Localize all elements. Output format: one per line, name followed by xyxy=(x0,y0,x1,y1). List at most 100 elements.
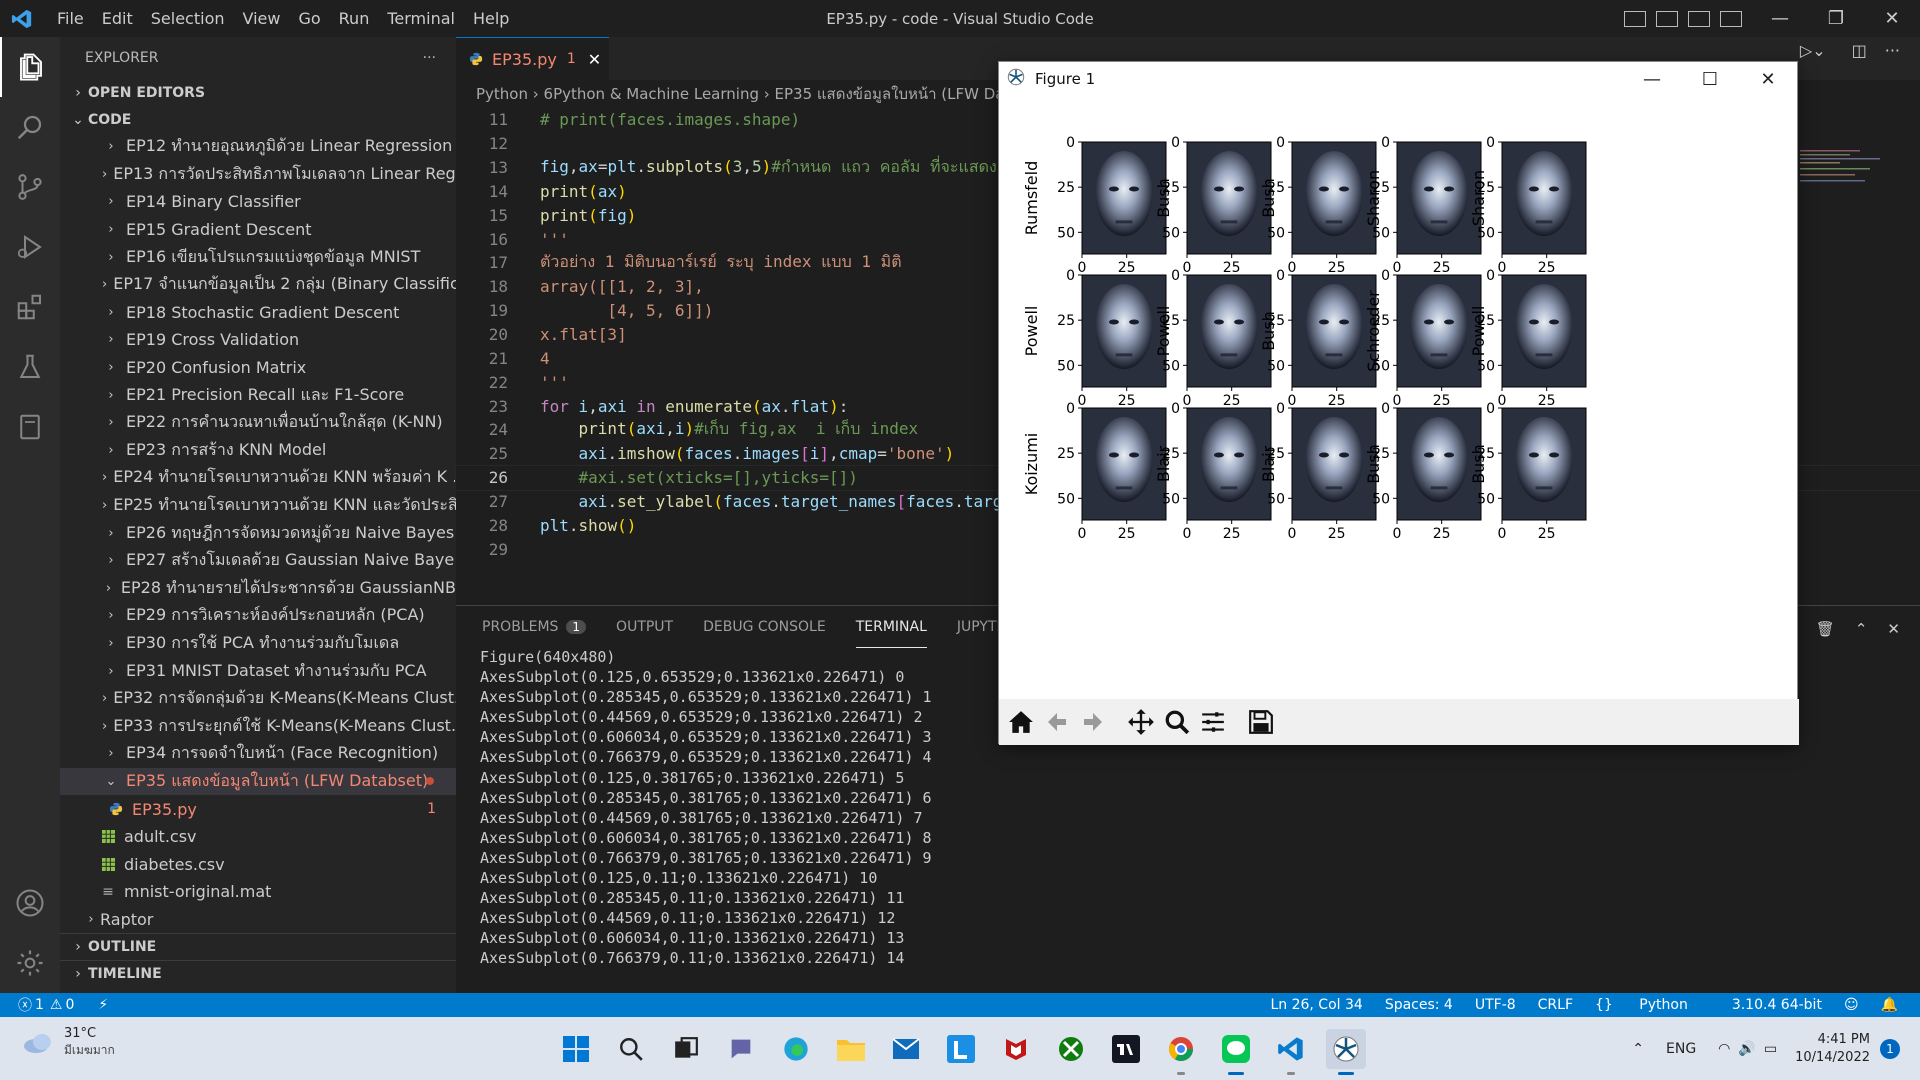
menu-selection[interactable]: Selection xyxy=(151,9,225,28)
menu-help[interactable]: Help xyxy=(473,9,509,28)
explorer-icon[interactable] xyxy=(0,37,60,97)
run-debug-icon[interactable] xyxy=(0,217,60,277)
extensions-icon[interactable] xyxy=(0,277,60,337)
figure-minimize-icon[interactable]: — xyxy=(1623,69,1681,90)
tree-folder-ep[interactable]: › EP12 ทำนายอุณหภูมิด้วย Linear Regressio… xyxy=(60,133,456,161)
tree-folder-raptor[interactable]: › Raptor xyxy=(60,906,456,934)
tree-folder-ep[interactable]: › EP15 Gradient Descent xyxy=(60,216,456,244)
battery-icon[interactable]: ▭ xyxy=(1764,1041,1777,1057)
xbox-icon[interactable] xyxy=(1051,1029,1091,1069)
volume-icon[interactable]: 🔊 xyxy=(1738,1041,1755,1057)
tree-file-mnist-mat[interactable]: ≡ mnist-original.mat xyxy=(60,878,456,906)
save-icon[interactable] xyxy=(1243,704,1279,740)
show-hidden-icons-chevron-icon[interactable]: ⌃ xyxy=(1632,1041,1644,1057)
clock[interactable]: 4:41 PM 10/14/2022 xyxy=(1795,1031,1870,1067)
menu-view[interactable]: View xyxy=(243,9,281,28)
tab-terminal[interactable]: TERMINAL xyxy=(855,606,927,648)
tradingview-icon[interactable] xyxy=(1106,1029,1146,1069)
tree-folder-ep[interactable]: › EP31 MNIST Dataset ทำงานร่วมกับ PCA xyxy=(60,657,456,685)
home-icon[interactable] xyxy=(1003,704,1039,740)
tree-folder-ep[interactable]: › EP20 Confusion Matrix xyxy=(60,354,456,382)
tree-folder-ep[interactable]: › EP30 การใช้ PCA ทำงานร่วมกับโมเดล xyxy=(60,630,456,658)
subplot-axes[interactable]: 025500 25Bush xyxy=(1364,401,1482,542)
tree-folder-ep[interactable]: › EP17 จำแนกข้อมูลเป็น 2 กลุ่ม (Binary Cl… xyxy=(60,271,456,299)
open-editors-section[interactable]: › OPEN EDITORS xyxy=(60,79,456,106)
chrome-browser-icon[interactable] xyxy=(1161,1029,1201,1075)
settings-gear-icon[interactable] xyxy=(0,933,60,993)
wifi-icon[interactable]: ◠ xyxy=(1718,1041,1730,1057)
pan-icon[interactable] xyxy=(1123,704,1159,740)
tab-ep35-py[interactable]: EP35.py 1 ✕ xyxy=(456,37,609,80)
close-icon[interactable]: ✕ xyxy=(1864,8,1920,29)
testing-flask-icon[interactable] xyxy=(0,337,60,397)
subplot-axes[interactable]: 025500 25Powell xyxy=(1154,268,1272,409)
menu-go[interactable]: Go xyxy=(298,9,320,28)
toggle-secondary-sidebar-icon[interactable] xyxy=(1688,10,1710,27)
tree-folder-ep[interactable]: › EP21 Precision Recall และ F1-Score xyxy=(60,381,456,409)
trash-icon[interactable]: 🗑 xyxy=(1816,620,1835,638)
live-share-icon[interactable]: ⚡ xyxy=(98,997,108,1013)
vscode-taskbar-icon[interactable] xyxy=(1271,1029,1311,1075)
start-windows-icon[interactable] xyxy=(556,1029,596,1069)
configure-icon[interactable] xyxy=(1195,704,1231,740)
search-icon[interactable] xyxy=(0,97,60,157)
tree-folder-ep[interactable]: › EP16 เขียนโปรแกรมแบ่งชุดข้อมูล MNIST xyxy=(60,243,456,271)
python-interpreter[interactable]: 3.10.4 64-bit xyxy=(1732,997,1822,1013)
subplot-axes[interactable]: 025500 25Sharon xyxy=(1469,135,1587,276)
subplot-axes[interactable]: 025500 25Bush xyxy=(1154,135,1272,276)
close-panel-icon[interactable]: ✕ xyxy=(1887,620,1900,638)
error-count[interactable]: 1 xyxy=(35,997,44,1013)
maximize-panel-icon[interactable]: ⌃ xyxy=(1855,620,1868,638)
feedback-icon[interactable]: ☺ xyxy=(1844,997,1859,1013)
figure-maximize-icon[interactable]: ☐ xyxy=(1681,69,1739,90)
end-of-line[interactable]: CRLF xyxy=(1538,997,1573,1013)
line-messenger-icon[interactable] xyxy=(1216,1029,1256,1075)
subplot-axes[interactable]: 025500 25Schroeder xyxy=(1364,268,1482,409)
back-icon[interactable] xyxy=(1039,704,1075,740)
tree-folder-ep[interactable]: › EP14 Binary Classifier xyxy=(60,188,456,216)
language-mode[interactable]: {} Python xyxy=(1595,997,1710,1013)
menu-edit[interactable]: Edit xyxy=(102,9,133,28)
l-app-icon[interactable] xyxy=(941,1029,981,1069)
cursor-position[interactable]: Ln 26, Col 34 xyxy=(1270,997,1362,1013)
figure-close-icon[interactable]: ✕ xyxy=(1739,69,1797,90)
tree-folder-ep[interactable]: › EP24 ทำนายโรคเบาหวานด้วย KNN พร้อมค่า K… xyxy=(60,464,456,492)
tree-folder-ep[interactable]: › EP32 การจัดกลุ่มด้วย K-Means(K-Means Cl… xyxy=(60,685,456,713)
tree-folder-ep[interactable]: › EP23 การสร้าง KNN Model xyxy=(60,437,456,465)
subplot-axes[interactable]: 025500 25Bush xyxy=(1259,135,1377,276)
mail-icon[interactable] xyxy=(886,1029,926,1069)
tree-folder-ep[interactable]: › EP28 ทำนายรายได้ประชากรด้วย GaussianNB xyxy=(60,575,456,603)
code-folder-section[interactable]: ⌄ CODE xyxy=(60,106,456,133)
subplot-axes[interactable]: 0 25 50 0 25 Koizumi xyxy=(1022,401,1167,542)
mcafee-icon[interactable] xyxy=(996,1029,1036,1069)
tree-folder-ep[interactable]: › EP13 การวัดประสิทธิภาพโมเดลจาก Linear R… xyxy=(60,161,456,189)
tree-folder-ep[interactable]: › EP25 ทำนายโรคเบาหวานด้วย KNN และวัดประส… xyxy=(60,492,456,520)
toggle-sidebar-icon[interactable] xyxy=(1624,10,1646,27)
forward-icon[interactable] xyxy=(1075,704,1111,740)
tree-folder-ep[interactable]: ⌄ EP35 แสดงข้อมูลใบหน้า (LFW Databset) xyxy=(60,767,456,796)
tree-folder-ep[interactable]: › EP22 การคำนวณหาเพื่อนบ้านใกล้สุด (K-NN) xyxy=(60,409,456,437)
file-explorer-icon[interactable] xyxy=(831,1029,871,1069)
indentation[interactable]: Spaces: 4 xyxy=(1385,997,1453,1013)
subplot-axes[interactable]: 025500 25Blair xyxy=(1154,401,1272,542)
tree-file-diabetes-csv[interactable]: diabetes.csv xyxy=(60,850,456,878)
figure-canvas[interactable]: 0 25 50 0 25 Rumsfeld 0 25 50 0 25 Bush 0 25 50 0 25 Bush… xyxy=(999,96,1799,692)
source-control-icon[interactable] xyxy=(0,157,60,217)
zoom-icon[interactable] xyxy=(1159,704,1195,740)
split-editor-icon[interactable]: ◫ xyxy=(1852,41,1867,60)
notification-count-badge[interactable]: 1 xyxy=(1880,1038,1900,1059)
edge-browser-icon[interactable] xyxy=(776,1029,816,1069)
tree-folder-ep[interactable]: › EP19 Cross Validation xyxy=(60,326,456,354)
teams-chat-icon[interactable] xyxy=(721,1029,761,1069)
subplot-axes[interactable]: 025500 25Powell xyxy=(1022,268,1167,409)
run-python-icon[interactable]: ▷⌄ xyxy=(1800,41,1826,60)
task-view-icon[interactable] xyxy=(666,1029,706,1069)
timeline-section[interactable]: › TIMELINE xyxy=(60,960,456,987)
tree-folder-ep[interactable]: › EP33 การประยุกต์ใช้ K-Means(K-Means Clu… xyxy=(60,712,456,740)
tree-folder-ep[interactable]: › EP26 ทฤษฎีการจัดหมวดหมู่ด้วย Naive Baye… xyxy=(60,519,456,547)
tree-file-adult-csv[interactable]: adult.csv xyxy=(60,823,456,851)
file-encoding[interactable]: UTF-8 xyxy=(1475,997,1516,1013)
tree-file-ep35-py[interactable]: EP35.py 1 xyxy=(60,795,456,823)
subplot-axes[interactable]: 025500 25Bush xyxy=(1259,268,1377,409)
tab-problems[interactable]: PROBLEMS 1 xyxy=(482,606,587,648)
